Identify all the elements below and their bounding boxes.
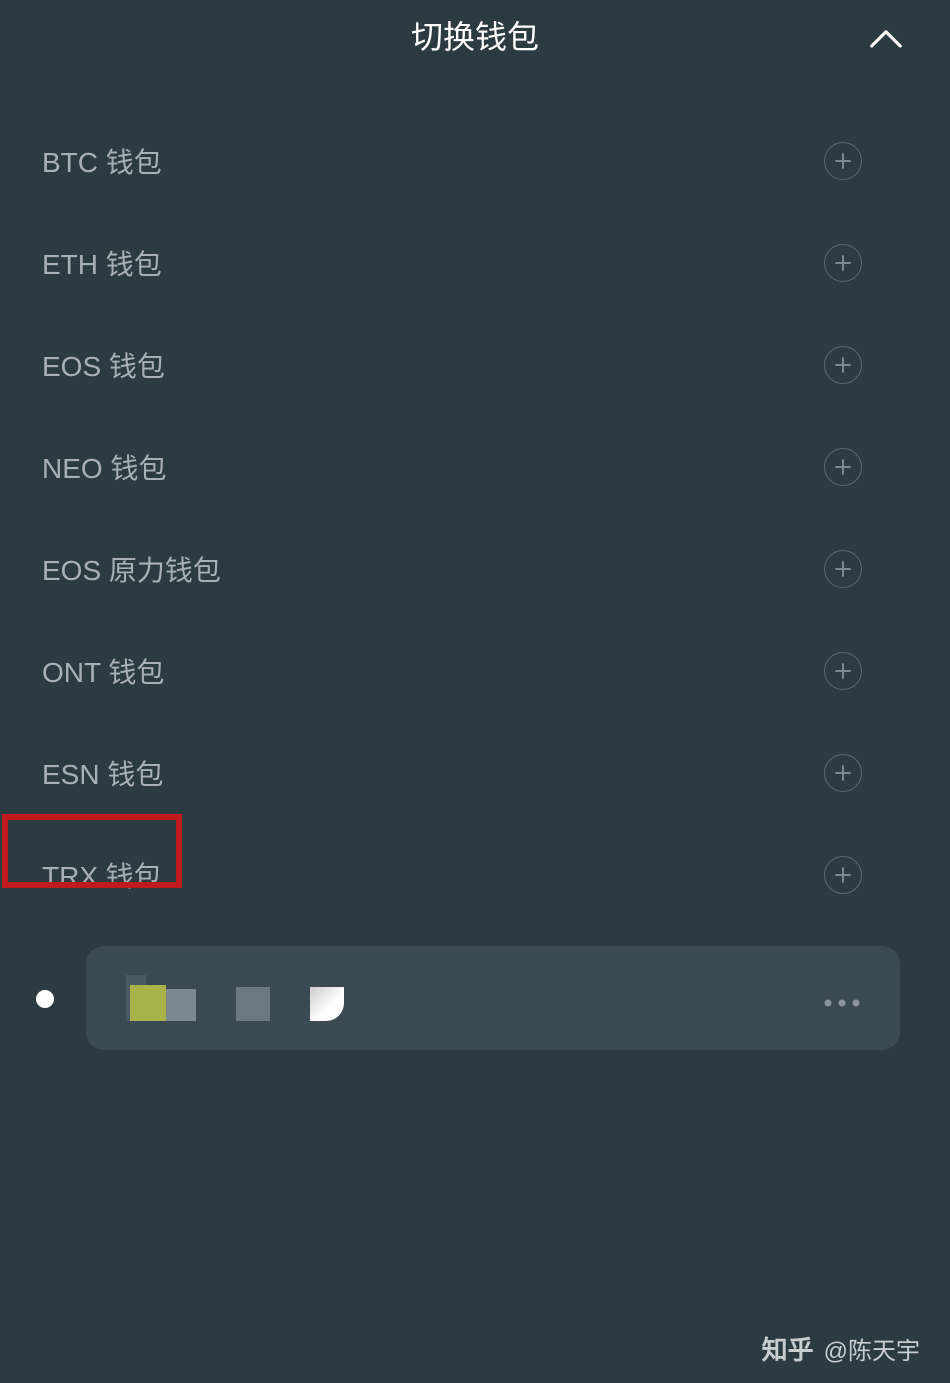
thumb-icon: [166, 989, 196, 1021]
add-wallet-button[interactable]: [824, 244, 862, 282]
wallet-item-eos[interactable]: EOS 钱包: [0, 314, 950, 416]
more-icon: [824, 999, 860, 1007]
add-wallet-button[interactable]: [824, 346, 862, 384]
wallet-label: NEO 钱包: [40, 447, 166, 487]
wallet-list: BTC 钱包 ETH 钱包 EOS 钱包 NEO 钱包 EOS 原力钱包 ONT…: [0, 70, 950, 1050]
plus-icon: [835, 459, 851, 475]
plus-icon: [835, 153, 851, 169]
wallet-item-btc[interactable]: BTC 钱包: [0, 110, 950, 212]
watermark: 知乎 @陈天宇: [762, 1330, 920, 1367]
add-wallet-button[interactable]: [824, 652, 862, 690]
wallet-label: BTC 钱包: [40, 141, 162, 181]
wallet-item-trx[interactable]: TRX 钱包: [0, 824, 950, 926]
plus-icon: [835, 663, 851, 679]
plus-icon: [835, 357, 851, 373]
header: 切换钱包: [0, 0, 950, 70]
plus-icon: [835, 765, 851, 781]
add-wallet-button[interactable]: [824, 142, 862, 180]
wallet-thumbnails: [126, 975, 344, 1021]
page-title: 切换钱包: [411, 12, 539, 58]
wallet-label: EOS 原力钱包: [40, 549, 221, 589]
plus-icon: [835, 561, 851, 577]
more-button[interactable]: [824, 982, 860, 1014]
plus-icon: [835, 867, 851, 883]
wallet-label: TRX 钱包: [40, 855, 162, 895]
collapse-button[interactable]: [870, 22, 902, 54]
wallet-label: ESN 钱包: [40, 753, 163, 793]
wallet-label: EOS 钱包: [40, 345, 165, 385]
wallet-item-esn[interactable]: ESN 钱包: [0, 722, 950, 824]
thumb-icon: [130, 985, 166, 1021]
add-wallet-button[interactable]: [824, 550, 862, 588]
author-name: @陈天宇: [824, 1331, 920, 1366]
plus-icon: [835, 255, 851, 271]
wallet-item-neo[interactable]: NEO 钱包: [0, 416, 950, 518]
add-wallet-button[interactable]: [824, 856, 862, 894]
platform-logo: 知乎: [762, 1330, 814, 1367]
thumb-icon: [236, 987, 270, 1021]
wallet-item-eth[interactable]: ETH 钱包: [0, 212, 950, 314]
add-wallet-button[interactable]: [824, 754, 862, 792]
selected-indicator-icon: [36, 990, 54, 1008]
wallet-label: ETH 钱包: [40, 243, 162, 283]
chevron-up-icon: [870, 27, 902, 49]
thumb-icon: [310, 987, 344, 1021]
wallet-card[interactable]: [86, 946, 900, 1050]
add-wallet-button[interactable]: [824, 448, 862, 486]
wallet-item-eos-force[interactable]: EOS 原力钱包: [0, 518, 950, 620]
wallet-label: ONT 钱包: [40, 651, 164, 691]
wallet-item-ont[interactable]: ONT 钱包: [0, 620, 950, 722]
